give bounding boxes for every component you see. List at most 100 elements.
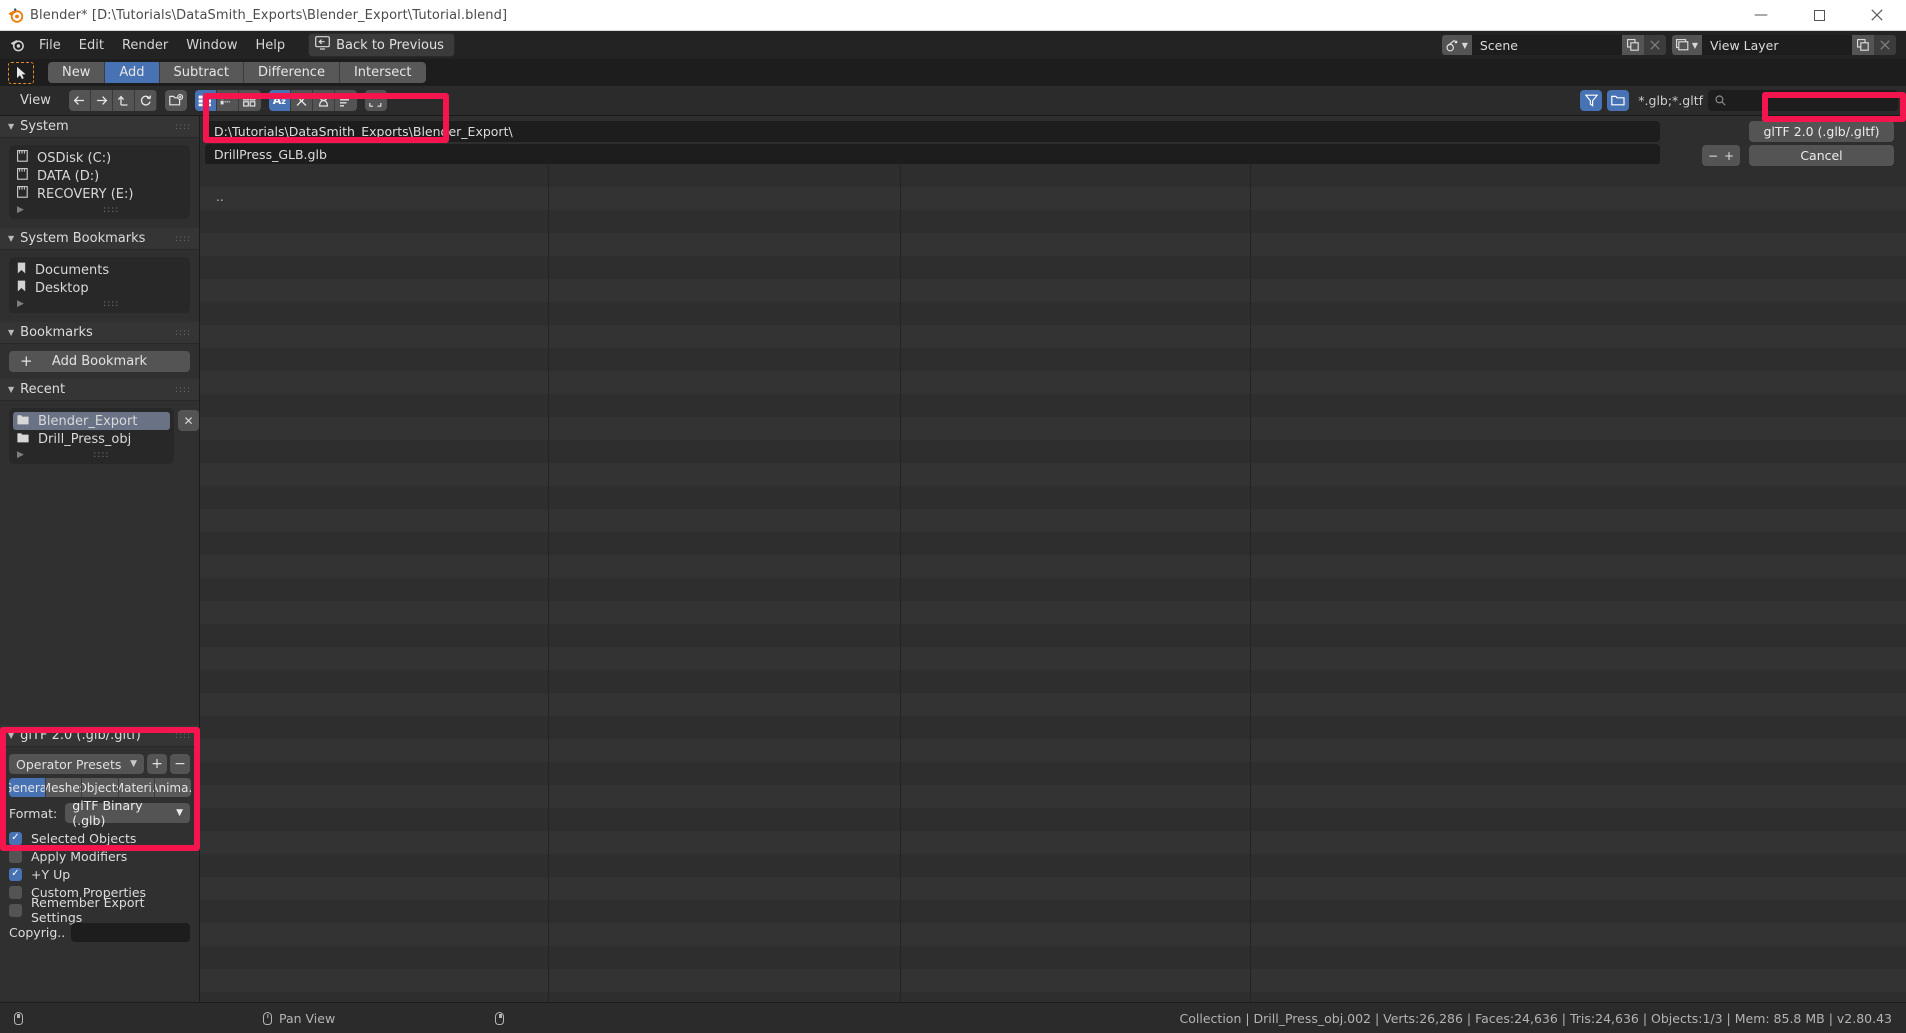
table-row[interactable]	[200, 463, 1906, 486]
refresh-icon[interactable]	[134, 90, 157, 111]
table-row[interactable]	[200, 601, 1906, 624]
resize-grip-icon[interactable]: ::::	[103, 299, 119, 309]
back-arrow-icon[interactable]	[68, 90, 91, 111]
table-row[interactable]	[200, 279, 1906, 302]
minimize-button[interactable]: —	[1732, 0, 1790, 31]
scene-duplicate-icon[interactable]	[1621, 35, 1644, 55]
table-row[interactable]	[200, 256, 1906, 279]
resize-grip-icon[interactable]: ::::	[103, 205, 119, 215]
mode-difference[interactable]: Difference	[243, 62, 340, 83]
view-layer-unlink-button[interactable]	[1874, 35, 1896, 55]
search-input[interactable]	[1708, 90, 1898, 111]
maximize-button[interactable]	[1790, 0, 1848, 31]
view-layer-duplicate-icon[interactable]	[1852, 35, 1874, 55]
file-rows[interactable]: ..	[200, 164, 1906, 1002]
checkbox-icon[interactable]	[9, 885, 22, 899]
checkbox-plus-y-up[interactable]: ✓ +Y Up	[9, 865, 190, 883]
checkbox-icon[interactable]	[9, 849, 22, 863]
table-row[interactable]	[200, 394, 1906, 417]
table-row[interactable]	[200, 164, 1906, 187]
mode-add[interactable]: Add	[105, 62, 160, 83]
stepper-minus[interactable]: −	[1708, 149, 1718, 163]
close-button[interactable]	[1848, 0, 1906, 31]
tab-materials[interactable]: Materi..	[118, 778, 156, 797]
panel-header-recent[interactable]: ▼ Recent ::::	[0, 379, 199, 401]
list-item[interactable]: OSDisk (C:)	[9, 149, 190, 167]
scene-unlink-button[interactable]	[1643, 35, 1666, 55]
table-row[interactable]	[200, 578, 1906, 601]
list-item[interactable]: DATA (D:)	[9, 167, 190, 185]
list-item[interactable]: Desktop	[9, 279, 190, 297]
table-row[interactable]	[200, 647, 1906, 670]
vertical-list-icon[interactable]	[194, 90, 217, 111]
table-row[interactable]	[200, 187, 1906, 210]
add-bookmark-button[interactable]: + Add Bookmark	[9, 351, 190, 372]
up-arrow-icon[interactable]	[112, 90, 135, 111]
table-row[interactable]	[200, 946, 1906, 969]
forward-arrow-icon[interactable]	[90, 90, 113, 111]
table-row[interactable]	[200, 923, 1906, 946]
checkbox-remember-export-settings[interactable]: Remember Export Settings	[9, 895, 190, 925]
filter-funnel-icon[interactable]	[1580, 90, 1603, 111]
export-gltf-button[interactable]: glTF 2.0 (.glb/.gltf)	[1749, 121, 1894, 142]
sort-time-icon[interactable]	[312, 90, 335, 111]
table-row[interactable]	[200, 831, 1906, 854]
table-row[interactable]	[200, 693, 1906, 716]
table-row[interactable]	[200, 555, 1906, 578]
cursor-tool-icon[interactable]	[8, 61, 34, 84]
menu-help[interactable]: Help	[247, 35, 295, 56]
menu-window[interactable]: Window	[177, 35, 246, 56]
scene-icon[interactable]: ▼	[1441, 35, 1472, 55]
panel-header-system[interactable]: ▼ System ::::	[0, 116, 199, 138]
tab-meshes[interactable]: Meshes	[45, 778, 83, 797]
table-row[interactable]	[200, 440, 1906, 463]
view-menu[interactable]: View	[10, 90, 61, 111]
table-row[interactable]	[200, 900, 1906, 923]
clear-recent-button[interactable]: ✕	[178, 410, 199, 431]
checkbox-icon[interactable]: ✓	[9, 831, 22, 845]
list-expander[interactable]: ▶ ::::	[9, 448, 174, 462]
column-divider[interactable]	[548, 164, 549, 1002]
tab-general[interactable]: General	[9, 778, 46, 797]
list-item[interactable]: RECOVERY (E:)	[9, 185, 190, 203]
table-row[interactable]	[200, 877, 1906, 900]
back-to-previous-button[interactable]: Back to Previous	[308, 33, 455, 57]
table-row[interactable]	[200, 808, 1906, 831]
menu-render[interactable]: Render	[113, 35, 177, 56]
checkbox-selected-objects[interactable]: ✓ Selected Objects	[9, 829, 190, 847]
menu-file[interactable]: File	[30, 35, 70, 56]
list-expander[interactable]: ▶ ::::	[9, 297, 190, 311]
table-row[interactable]	[200, 486, 1906, 509]
operator-presets-dropdown[interactable]: Operator Presets ▼	[9, 754, 144, 774]
scene-selector[interactable]: ▼ Scene	[1441, 35, 1666, 55]
horizontal-list-icon[interactable]	[216, 90, 239, 111]
checkbox-icon[interactable]: ✓	[9, 867, 22, 881]
table-row[interactable]	[200, 854, 1906, 877]
directory-path-input[interactable]: D:\Tutorials\DataSmith_Exports\Blender_E…	[205, 121, 1660, 142]
table-row[interactable]	[200, 716, 1906, 739]
scene-name-field[interactable]: Scene	[1471, 35, 1622, 55]
cancel-button[interactable]: Cancel	[1749, 145, 1894, 166]
copyright-input[interactable]	[71, 923, 190, 942]
table-row[interactable]	[200, 762, 1906, 785]
remove-preset-button[interactable]: −	[170, 754, 190, 774]
table-row[interactable]	[200, 348, 1906, 371]
table-row[interactable]	[200, 233, 1906, 256]
table-row[interactable]	[200, 417, 1906, 440]
sort-size-icon[interactable]	[334, 90, 357, 111]
mode-intersect[interactable]: Intersect	[339, 62, 426, 83]
sort-extension-icon[interactable]	[290, 90, 313, 111]
parent-directory-entry[interactable]: ..	[216, 190, 224, 204]
panel-header-system-bookmarks[interactable]: ▼ System Bookmarks ::::	[0, 228, 199, 250]
thumbnail-grid-icon[interactable]	[238, 90, 261, 111]
table-row[interactable]	[200, 670, 1906, 693]
recent-item-blender-export[interactable]: Blender_Export	[13, 412, 170, 430]
file-name-input[interactable]: DrillPress_GLB.glb	[205, 144, 1660, 165]
stepper-plus[interactable]: +	[1724, 149, 1734, 163]
folder-filter-icon[interactable]	[1607, 90, 1630, 111]
table-row[interactable]	[200, 969, 1906, 992]
list-expander[interactable]: ▶ ::::	[9, 203, 190, 217]
table-row[interactable]	[200, 532, 1906, 555]
file-number-stepper[interactable]: − +	[1702, 145, 1740, 166]
resize-grip-icon[interactable]: ::::	[93, 450, 109, 460]
